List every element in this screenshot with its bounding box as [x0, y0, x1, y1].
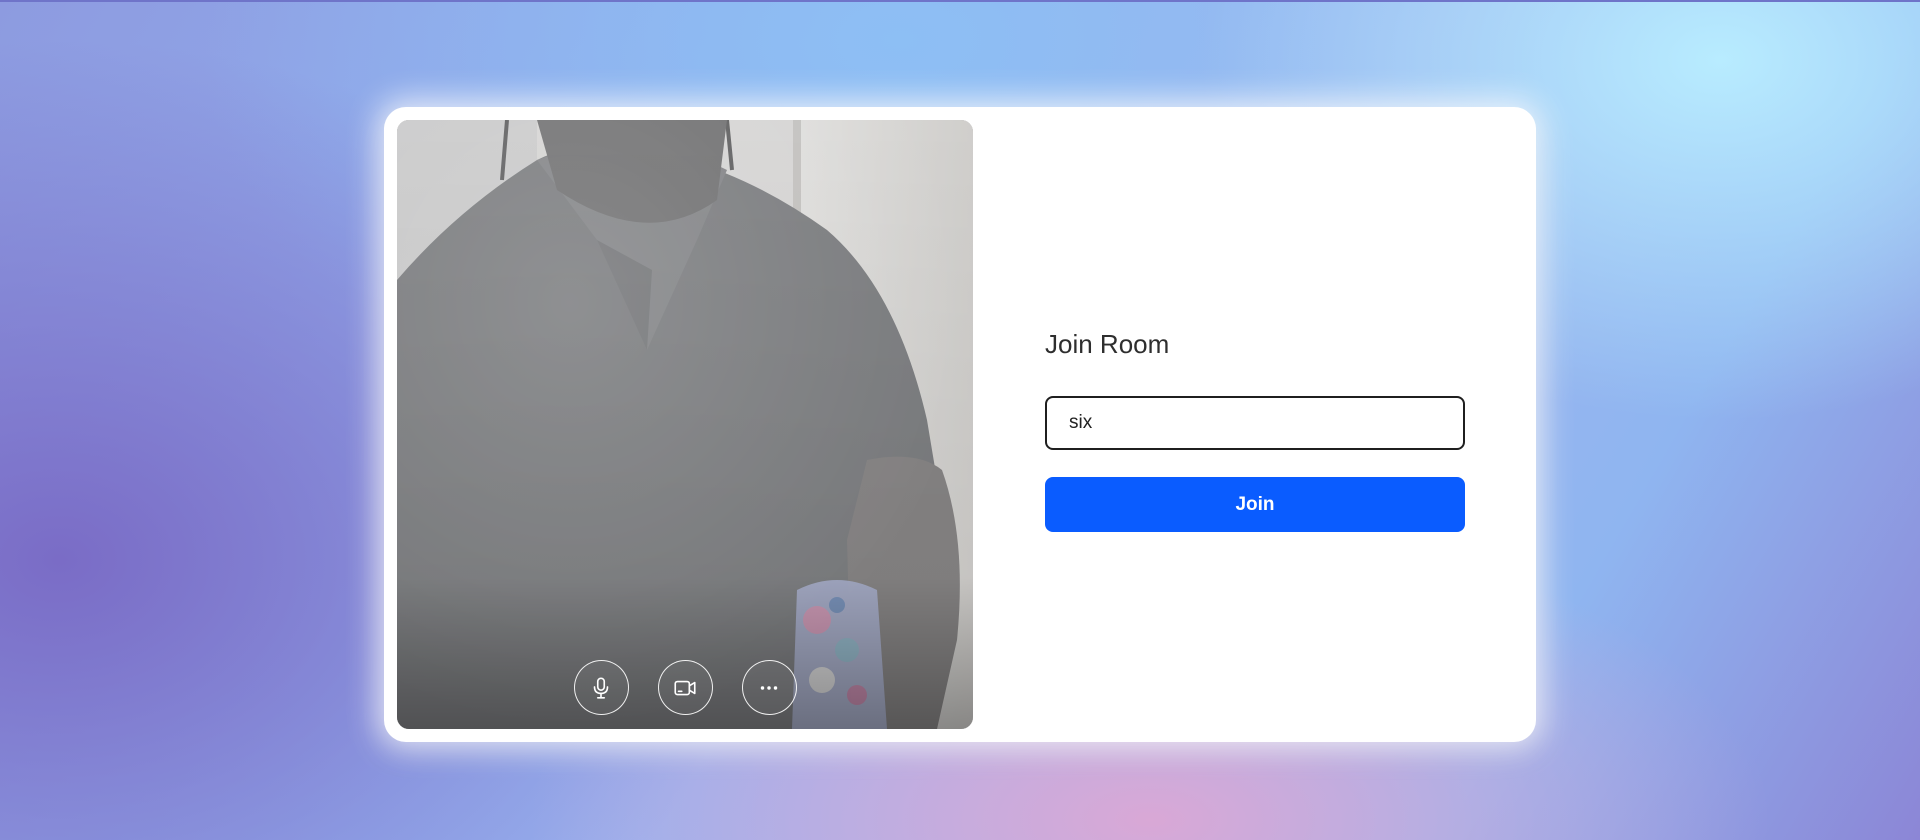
- join-form: Join Room Join: [1045, 325, 1465, 532]
- microphone-toggle-button[interactable]: [573, 660, 629, 715]
- room-name-input[interactable]: [1045, 396, 1465, 450]
- page-title: Join Room: [1045, 329, 1170, 359]
- camera-feed-image: [397, 120, 973, 729]
- microphone-icon: [593, 676, 609, 699]
- more-options-icon: [760, 685, 778, 690]
- camera-icon: [674, 680, 696, 695]
- camera-toggle-button[interactable]: [657, 660, 713, 715]
- camera-preview: [397, 120, 973, 729]
- media-controls: [397, 660, 973, 715]
- join-button[interactable]: Join: [1045, 477, 1465, 532]
- top-border: [0, 0, 1920, 2]
- join-card: Join Room Join: [384, 107, 1536, 742]
- more-options-button[interactable]: [741, 660, 797, 715]
